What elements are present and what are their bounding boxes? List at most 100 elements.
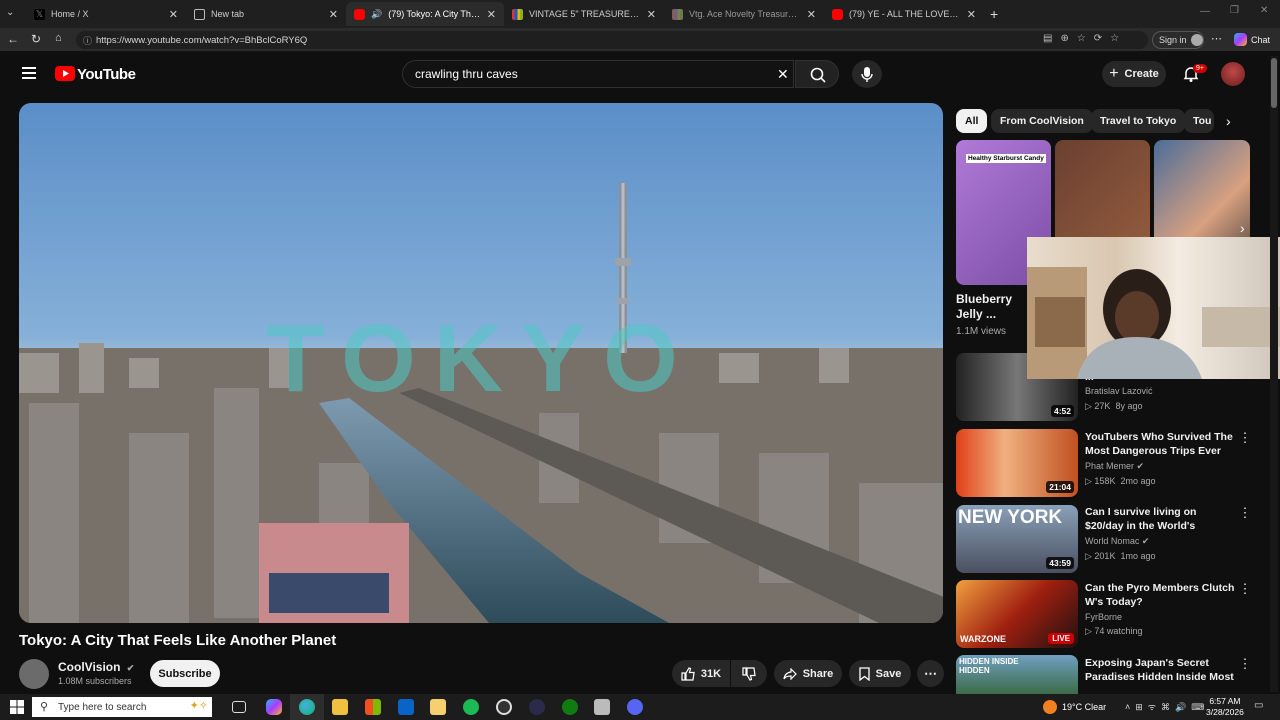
- create-button[interactable]: + Create: [1102, 61, 1166, 87]
- guide-menu-icon[interactable]: [22, 67, 36, 79]
- outlook-icon[interactable]: [398, 699, 414, 715]
- short-title[interactable]: Blueberry Jelly ...: [956, 292, 1026, 322]
- like-button[interactable]: 31K: [672, 660, 730, 687]
- more-menu-icon[interactable]: ⋯: [1211, 32, 1222, 45]
- close-tab-icon[interactable]: ✕: [967, 8, 976, 21]
- weather-icon: [1043, 700, 1057, 714]
- site-info-icon[interactable]: ⓘ: [83, 34, 92, 47]
- share-button[interactable]: Share: [774, 660, 842, 687]
- subscribe-button[interactable]: Subscribe: [150, 660, 220, 687]
- youtube-logo-icon[interactable]: [55, 66, 75, 81]
- rec-channel[interactable]: Bratislav Lazović: [1085, 386, 1153, 396]
- rec-more-icon[interactable]: ⋮: [1238, 431, 1252, 445]
- app-shield-icon[interactable]: [594, 699, 610, 715]
- reload-icon[interactable]: ↻: [31, 32, 41, 46]
- speaker-icon[interactable]: 🔊: [371, 9, 382, 20]
- rec-thumbnail[interactable]: NEW YORK 43:59: [956, 505, 1078, 573]
- copilot-icon[interactable]: [266, 699, 282, 715]
- rec-more-icon[interactable]: ⋮: [1238, 657, 1252, 671]
- window-minimize-icon[interactable]: —: [1200, 6, 1210, 17]
- rec-more-icon[interactable]: ⋮: [1238, 506, 1252, 520]
- youtube-logo-text[interactable]: YouTube: [77, 66, 136, 83]
- chip-all[interactable]: All: [956, 109, 988, 133]
- rec-thumbnail[interactable]: 21:04: [956, 429, 1078, 497]
- back-arrow-icon[interactable]: ←: [7, 32, 19, 46]
- channel-name[interactable]: CoolVision ✔: [58, 660, 134, 674]
- save-button[interactable]: Save: [849, 660, 911, 687]
- chip-tour[interactable]: Tou: [1184, 109, 1214, 133]
- dislike-button[interactable]: [731, 660, 767, 687]
- rec-title[interactable]: Can the Pyro Members Clutch W's Today?: [1085, 581, 1235, 609]
- taskbar-search-input[interactable]: ⚲ Type here to search ✦✧: [32, 697, 212, 717]
- new-tab-plus-icon[interactable]: +: [990, 6, 998, 22]
- rec-channel[interactable]: World Nomac ✔: [1085, 536, 1149, 547]
- rec-more-icon[interactable]: ⋮: [1238, 582, 1252, 596]
- windows-start-icon[interactable]: [10, 700, 24, 714]
- search-input[interactable]: crawling thru caves: [402, 60, 794, 88]
- sign-in-button[interactable]: Sign in: [1152, 31, 1204, 49]
- notification-center-icon[interactable]: ▭: [1254, 700, 1263, 711]
- rec-channel-name: World Nomac: [1085, 536, 1140, 546]
- system-tray-icons[interactable]: ˄⊞ᯤ⌘🔊⌨: [1125, 700, 1209, 713]
- shorts-next-arrow-icon[interactable]: ›: [1240, 220, 1245, 236]
- xbox-icon[interactable]: [562, 699, 578, 715]
- video-player[interactable]: TOKYO: [19, 103, 943, 623]
- rec-title[interactable]: YouTubers Who Survived The Most Dangerou…: [1085, 430, 1235, 458]
- extensions-icons[interactable]: ▤⊕☆⟳☆: [1043, 33, 1127, 44]
- weather-widget[interactable]: 19°C Clear: [1043, 700, 1106, 714]
- rec-thumbnail[interactable]: HIDDEN INSIDE HIDDEN: [956, 655, 1078, 694]
- clock-time: 6:57 AM: [1209, 696, 1241, 706]
- browser-tab-ye[interactable]: (79) YE - ALL THE LOVE (feat. AND ✕: [824, 2, 984, 26]
- app-arrow-icon[interactable]: [529, 699, 545, 715]
- chips-next-arrow-icon[interactable]: ›: [1226, 113, 1231, 129]
- tab-list-chevron-icon[interactable]: ⌄: [6, 7, 20, 21]
- rec-title[interactable]: Can I survive living on $20/day in the W…: [1085, 505, 1235, 533]
- rec-views: 201K: [1094, 551, 1116, 561]
- window-restore-icon[interactable]: ❐: [1230, 5, 1239, 16]
- close-tab-icon[interactable]: ✕: [647, 8, 656, 21]
- browser-tab-youtube-tokyo[interactable]: 🔊 (79) Tokyo: A City That Feels Li ✕: [346, 2, 504, 26]
- browser-tab-x[interactable]: 𝕏 Home / X ✕: [26, 2, 186, 26]
- page-scrollbar[interactable]: [1270, 56, 1278, 692]
- close-tab-icon[interactable]: ✕: [169, 8, 178, 21]
- close-tab-icon[interactable]: ✕: [329, 8, 338, 21]
- search-icon: ⚲: [40, 701, 49, 713]
- taskbar-clock[interactable]: 6:57 AM 3/28/2026: [1206, 696, 1244, 718]
- tab-title: (79) YE - ALL THE LOVE (feat. AND: [849, 9, 961, 19]
- close-tab-icon[interactable]: ✕: [807, 8, 816, 21]
- edge-active-indicator: [290, 694, 324, 720]
- rec-channel[interactable]: Phat Memer ✔: [1085, 461, 1144, 472]
- clear-search-icon[interactable]: ✕: [777, 66, 789, 83]
- clock-date: 3/28/2026: [1206, 707, 1244, 717]
- discord-icon[interactable]: [627, 699, 643, 715]
- file-explorer-icon[interactable]: [332, 699, 348, 715]
- spotify-icon[interactable]: [463, 699, 479, 715]
- search-button[interactable]: [795, 60, 839, 88]
- more-actions-button[interactable]: ⋯: [917, 660, 944, 687]
- account-avatar[interactable]: [1221, 62, 1245, 86]
- home-icon[interactable]: ⌂: [55, 32, 62, 44]
- browser-tab-ebay-troll[interactable]: VINTAGE 5" TREASURE TROLL DO ✕: [504, 2, 664, 26]
- obs-icon[interactable]: [496, 699, 512, 715]
- notepad-icon[interactable]: [430, 699, 446, 715]
- rec-title[interactable]: Exposing Japan's Secret Paradises Hidden…: [1085, 656, 1235, 684]
- copilot-chat-button[interactable]: Chat: [1234, 33, 1270, 46]
- chip-from-channel[interactable]: From CoolVision: [991, 109, 1093, 133]
- task-view-icon[interactable]: [232, 701, 246, 713]
- rec-stats: ▷ 27K 8y ago: [1085, 401, 1143, 411]
- channel-avatar[interactable]: [19, 659, 49, 689]
- close-tab-icon[interactable]: ✕: [487, 8, 496, 21]
- browser-tab-troll-2[interactable]: Vtg. Ace Novelty Treasure Troll Do ✕: [664, 2, 824, 26]
- microsoft-store-icon[interactable]: [365, 699, 381, 715]
- live-badge: LIVE: [1048, 633, 1074, 644]
- address-bar[interactable]: ⓘ https://www.youtube.com/watch?v=BhBclC…: [76, 31, 1148, 49]
- sign-in-label: Sign in: [1159, 35, 1187, 45]
- search-highlight-icon: ✦✧: [189, 700, 208, 712]
- window-close-icon[interactable]: ✕: [1260, 5, 1268, 16]
- chip-travel-to-tokyo[interactable]: Travel to Tokyo: [1091, 109, 1186, 133]
- scrollbar-thumb[interactable]: [1271, 58, 1277, 108]
- rec-thumbnail[interactable]: WARZONE LIVE: [956, 580, 1078, 648]
- rec-channel[interactable]: FyrBorne: [1085, 612, 1122, 622]
- voice-search-button[interactable]: [852, 60, 882, 88]
- browser-tab-new[interactable]: New tab ✕: [186, 2, 346, 26]
